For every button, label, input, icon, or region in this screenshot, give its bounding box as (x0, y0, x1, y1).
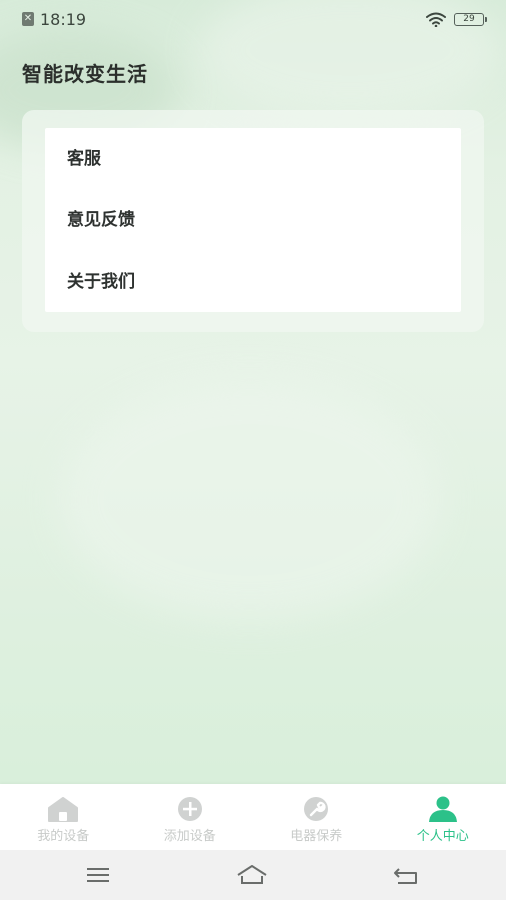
tab-my-devices[interactable]: 我的设备 (0, 784, 127, 850)
tab-label: 我的设备 (37, 829, 90, 844)
tab-appliance-maintenance[interactable]: 电器保养 (253, 784, 380, 850)
status-time: 18:19 (40, 9, 87, 29)
app-screen: ✕ 18:19 29 智能改变生活 客服 意见反馈 关于我们 我的设备 添加设备… (0, 0, 506, 900)
tab-add-device[interactable]: 添加设备 (127, 784, 254, 850)
home-icon (48, 797, 79, 822)
status-bar: ✕ 18:19 29 (0, 0, 506, 38)
tab-personal-center[interactable]: 个人中心 (380, 784, 506, 850)
tab-label: 添加设备 (163, 829, 216, 844)
person-icon (428, 796, 457, 822)
bottom-tab-bar: 我的设备 添加设备 电器保养 个人中心 (0, 784, 506, 850)
system-nav-bar (0, 850, 506, 900)
menu-icon[interactable] (82, 862, 114, 888)
background-blur (60, 380, 440, 620)
tab-label: 个人中心 (416, 829, 469, 844)
notification-icon: ✕ (22, 12, 34, 26)
battery-icon: 29 (454, 12, 487, 26)
menu-item-customer-service[interactable]: 客服 (67, 139, 447, 179)
battery-level: 29 (463, 13, 475, 24)
status-right: 29 (426, 12, 487, 27)
status-left: ✕ 18:19 (22, 10, 86, 29)
menu-card: 客服 意见反馈 关于我们 (45, 128, 461, 312)
menu-item-about-us[interactable]: 关于我们 (67, 262, 447, 302)
back-icon[interactable] (390, 862, 422, 888)
add-circle-icon (177, 797, 202, 821)
wrench-icon (304, 797, 329, 821)
home-icon[interactable] (236, 862, 268, 888)
page-title: 智能改变生活 (22, 62, 148, 86)
wifi-icon (426, 12, 446, 27)
menu-item-feedback[interactable]: 意见反馈 (67, 200, 447, 240)
tab-label: 电器保养 (290, 829, 343, 844)
